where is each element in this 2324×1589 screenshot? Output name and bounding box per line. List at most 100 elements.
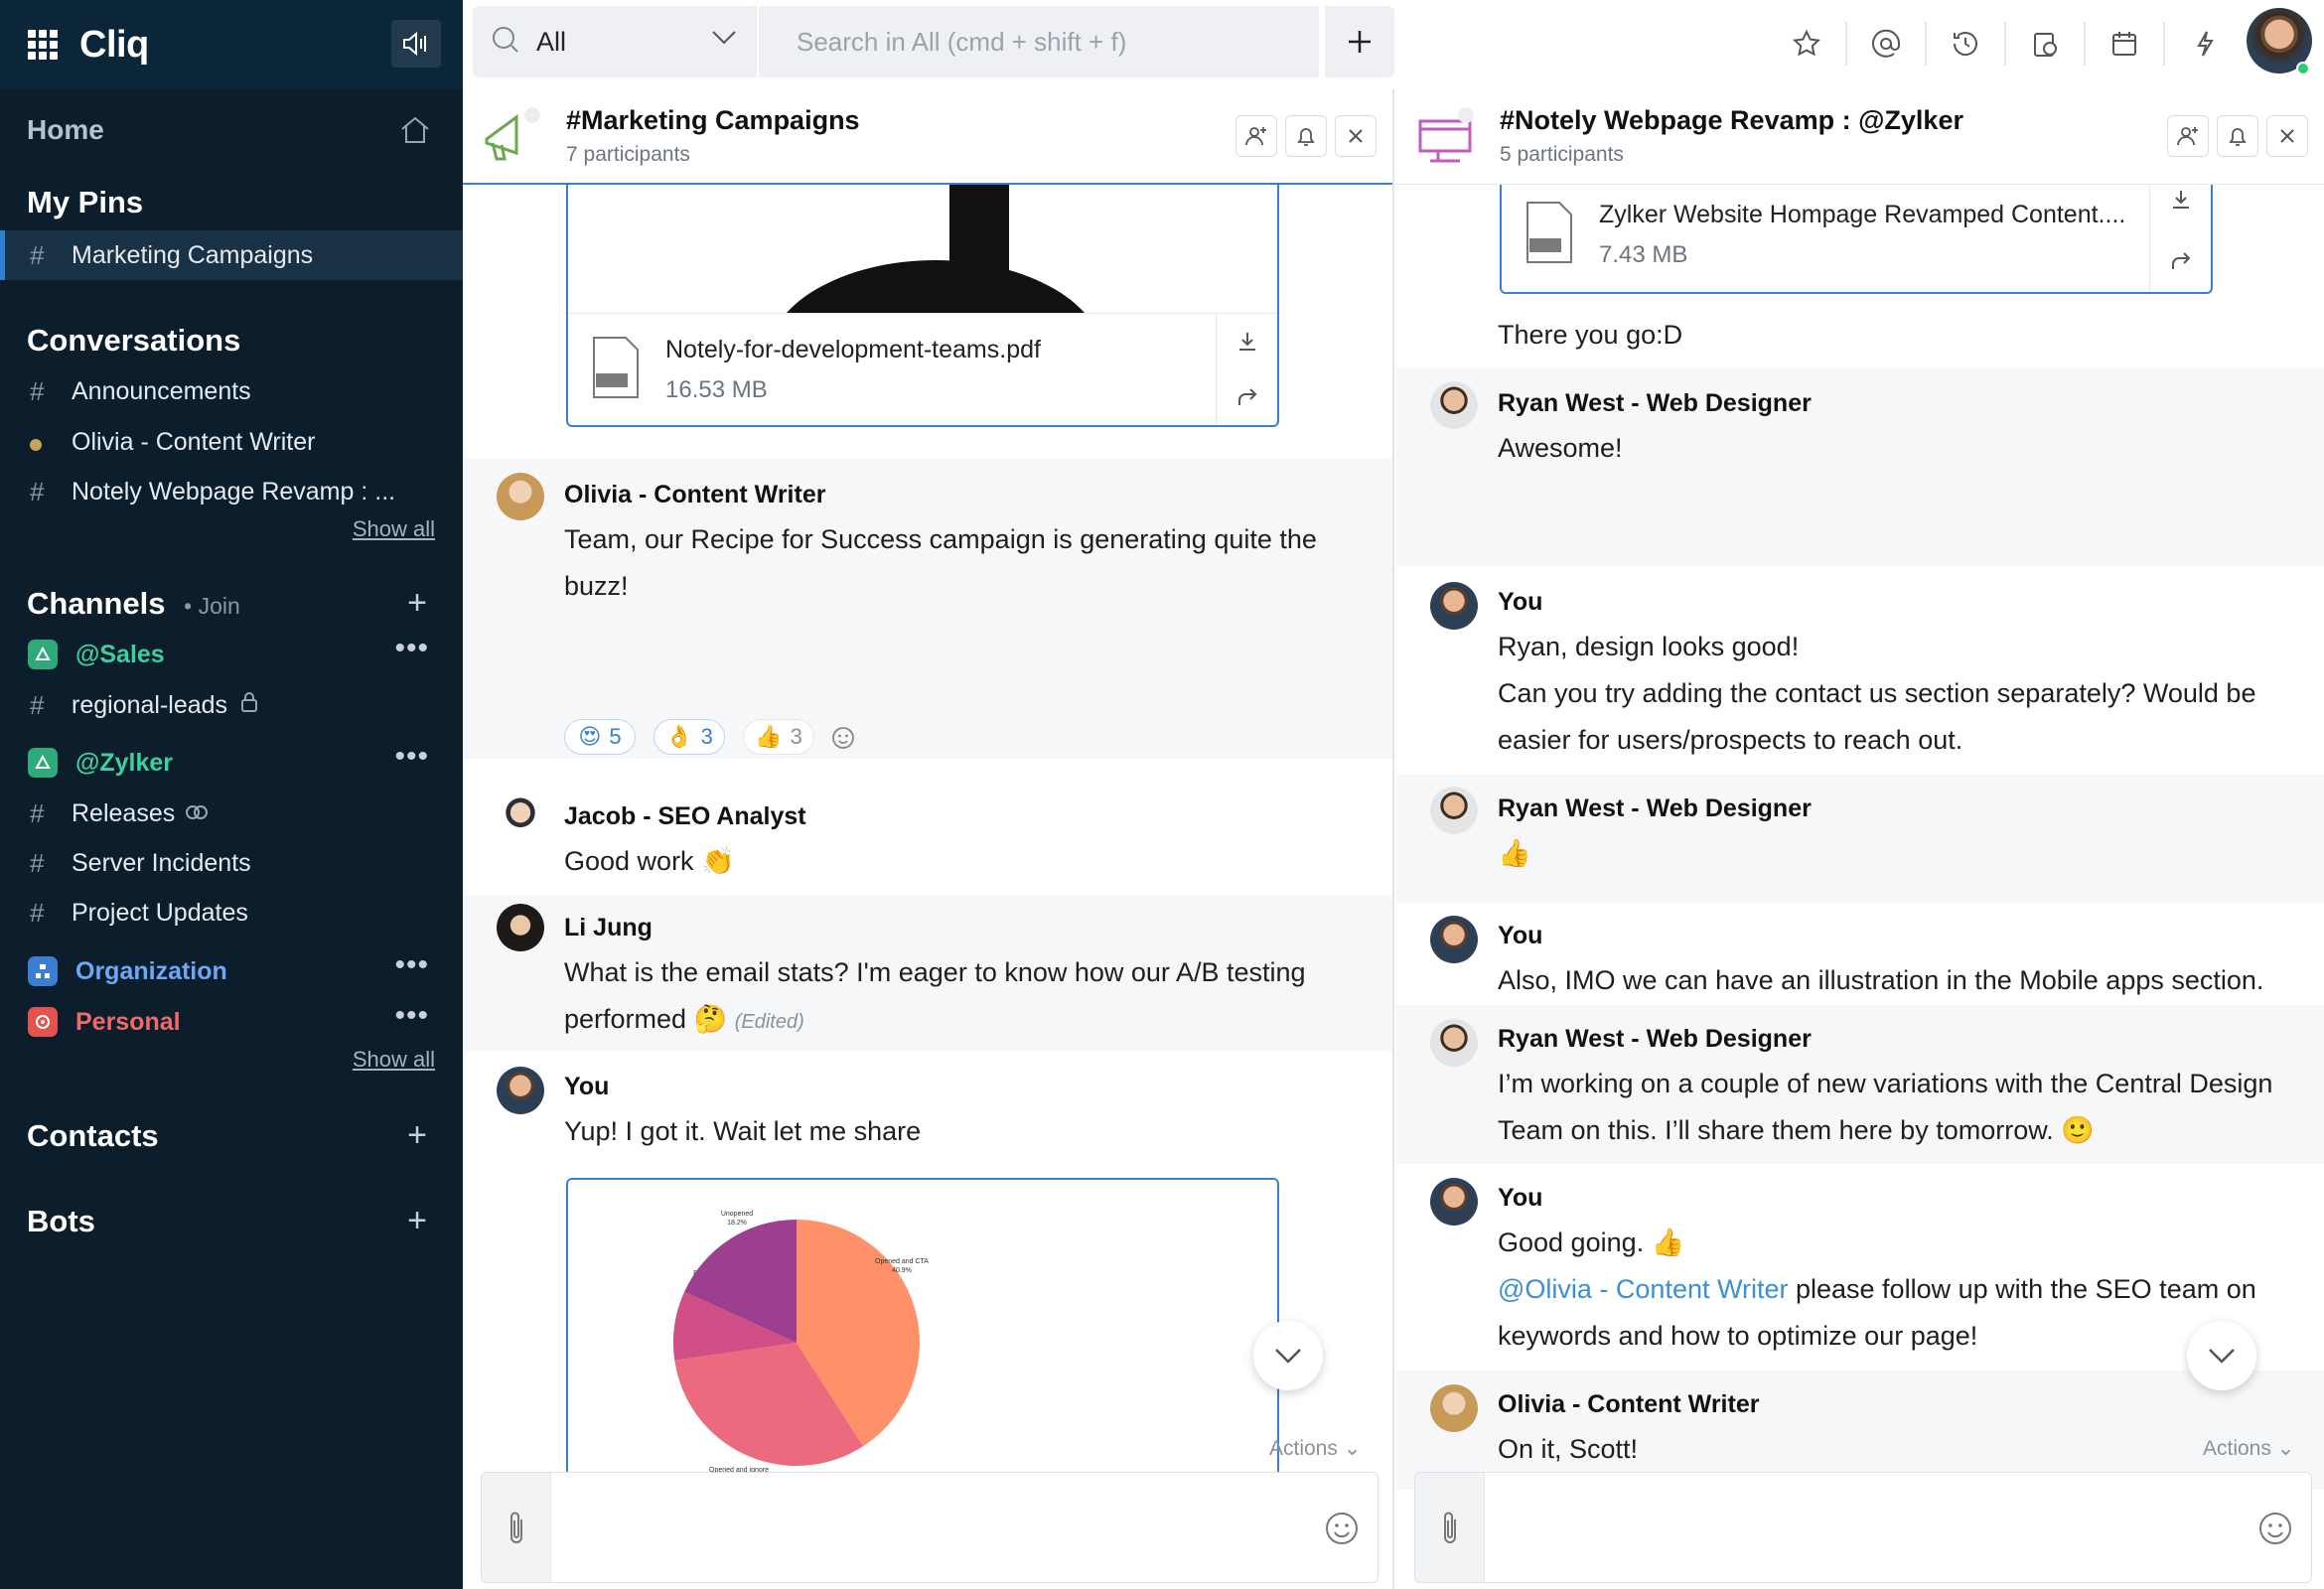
speaker-icon[interactable] — [391, 20, 441, 68]
message-text: Also, IMO we can have an illustration in… — [1498, 965, 2264, 995]
message-author[interactable]: Li Jung — [564, 914, 653, 942]
emoji-icon[interactable] — [2257, 1511, 2293, 1551]
message-author[interactable]: Ryan West - Web Designer — [1498, 794, 1812, 823]
actions-menu[interactable]: Actions ⌄ — [1269, 1436, 1361, 1461]
sidebar-item-releases[interactable]: # Releases — [0, 789, 463, 838]
message-text: There you go:D — [1498, 320, 1683, 350]
channels-heading: Channels • Join — [27, 586, 240, 621]
chat-header: #Marketing Campaigns 7 participants — [463, 89, 1392, 185]
emoji-icon[interactable] — [1324, 1511, 1360, 1551]
search-input[interactable]: Search in All (cmd + shift + f) — [759, 6, 1319, 77]
pie-label: Unopened — [721, 1211, 753, 1218]
home-icon[interactable] — [399, 115, 431, 152]
search-scope-value: All — [536, 26, 567, 57]
channels-show-all[interactable]: Show all — [353, 1047, 435, 1073]
add-reaction-icon[interactable] — [830, 723, 858, 756]
conversations-show-all[interactable]: Show all — [353, 516, 435, 542]
add-bot-icon[interactable]: + — [407, 1202, 427, 1240]
sidebar-item-notely-revamp[interactable]: # Notely Webpage Revamp : ... — [0, 467, 463, 516]
integrations-icon[interactable] — [2165, 22, 2245, 66]
reaction-thumbs-up[interactable]: 👍 3 — [743, 719, 814, 755]
reminder-icon[interactable] — [2006, 22, 2086, 66]
actions-menu[interactable]: Actions ⌄ — [2203, 1436, 2294, 1461]
avatar — [1430, 381, 1478, 429]
download-icon[interactable] — [1217, 314, 1277, 369]
sidebar-item-sales[interactable]: @Sales ••• — [0, 630, 463, 679]
file-attachment-card[interactable]: Zylker Website Hompage Revamped Content.… — [1500, 169, 2213, 294]
sidebar-item-zylker[interactable]: @Zylker ••• — [0, 738, 463, 788]
notification-bell-icon[interactable] — [1285, 115, 1327, 157]
sidebar-item-label: Marketing Campaigns — [72, 240, 314, 269]
chevron-down-icon — [711, 30, 737, 51]
message-text: Good going. 👍 @Olivia - Content Writer p… — [1498, 1228, 2256, 1351]
sidebar-header: Cliq — [0, 0, 463, 89]
app-grid-icon[interactable] — [28, 30, 58, 60]
history-icon[interactable] — [1927, 22, 2006, 66]
sidebar-item-regional-leads[interactable]: # regional-leads — [0, 680, 463, 730]
avatar — [1430, 582, 1478, 630]
chat-pane-marketing: #Marketing Campaigns 7 participants Note… — [463, 89, 1394, 1589]
share-forward-icon[interactable] — [2150, 230, 2211, 292]
file-attachment-card[interactable]: Notely-for-development-teams.pdf 16.53 M… — [566, 169, 1279, 427]
mention-icon[interactable] — [1847, 22, 1927, 66]
star-icon[interactable] — [1768, 22, 1847, 66]
sidebar-item-server-incidents[interactable]: # Server Incidents — [0, 838, 463, 888]
message-author[interactable]: Ryan West - Web Designer — [1498, 389, 1812, 418]
message-composer[interactable] — [1414, 1472, 2312, 1583]
more-icon[interactable]: ••• — [394, 740, 429, 774]
avatar — [497, 473, 544, 520]
more-icon[interactable]: ••• — [394, 948, 429, 982]
attachment-icon[interactable] — [1415, 1473, 1485, 1582]
search-scope-select[interactable]: All — [473, 6, 757, 77]
sidebar-item-personal[interactable]: Personal ••• — [0, 997, 463, 1047]
channels-join[interactable]: • Join — [184, 593, 240, 619]
scroll-down-button[interactable] — [2187, 1321, 2256, 1390]
pie-chart: Opened and CTA40.9%Opened and ignore31.8… — [673, 1211, 929, 1483]
message-author[interactable]: You — [1498, 922, 1542, 950]
message-author[interactable]: You — [1498, 588, 1542, 617]
sidebar-item-label: Olivia - Content Writer — [72, 427, 316, 456]
pie-label: Opened and CTA — [875, 1258, 929, 1265]
thumbs-up-emoji-icon: 👍 — [1498, 838, 1531, 868]
sidebar-item-announcements[interactable]: # Announcements — [0, 366, 463, 416]
message-author[interactable]: Ryan West - Web Designer — [1498, 1025, 1812, 1054]
more-icon[interactable]: ••• — [394, 632, 429, 665]
message-row: You Good going. 👍 @Olivia - Content Writ… — [1396, 1164, 2324, 1374]
add-member-icon[interactable] — [1235, 115, 1277, 157]
attachment-icon[interactable] — [482, 1473, 551, 1582]
notification-bell-icon[interactable] — [2217, 115, 2258, 157]
sidebar-home[interactable]: Home — [0, 105, 463, 155]
add-member-icon[interactable] — [2167, 115, 2209, 157]
sidebar-item-label: Releases — [72, 798, 176, 827]
close-icon[interactable] — [2266, 115, 2308, 157]
reaction-ok-hand[interactable]: 👌 3 — [654, 719, 725, 755]
message-text: On it, Scott! — [1498, 1434, 1639, 1464]
user-mention[interactable]: @Olivia - Content Writer — [1498, 1274, 1788, 1304]
sidebar-item-marketing-campaigns[interactable]: # Marketing Campaigns — [0, 230, 463, 280]
chat-participants[interactable]: 7 participants — [566, 143, 690, 167]
message-author[interactable]: Jacob - SEO Analyst — [564, 802, 806, 831]
chart-image-card[interactable]: Opened and CTA40.9%Opened and ignore31.8… — [566, 1178, 1279, 1516]
message-author[interactable]: Olivia - Content Writer — [1498, 1390, 1759, 1419]
calendar-icon[interactable] — [2086, 22, 2165, 66]
more-icon[interactable]: ••• — [394, 999, 429, 1033]
conversations-heading: Conversations — [27, 323, 241, 358]
sidebar-item-olivia[interactable]: Olivia - Content Writer — [0, 417, 463, 467]
add-contact-icon[interactable]: + — [407, 1116, 427, 1155]
scroll-down-button[interactable] — [1253, 1321, 1323, 1390]
add-channel-icon[interactable]: + — [407, 584, 427, 623]
sidebar-item-organization[interactable]: Organization ••• — [0, 946, 463, 996]
sidebar-item-project-updates[interactable]: # Project Updates — [0, 888, 463, 938]
close-icon[interactable] — [1335, 115, 1377, 157]
share-forward-icon[interactable] — [1217, 369, 1277, 425]
chat-participants[interactable]: 5 participants — [1500, 143, 1624, 167]
message-author[interactable]: Olivia - Content Writer — [564, 481, 825, 509]
message-text: Awesome! — [1498, 433, 1623, 463]
message-author[interactable]: You — [564, 1073, 609, 1101]
new-item-button[interactable] — [1325, 6, 1394, 77]
message-composer[interactable] — [481, 1472, 1379, 1583]
file-info: Notely-for-development-teams.pdf 16.53 M… — [568, 314, 1277, 425]
sidebar-item-label: Notely Webpage Revamp : ... — [72, 477, 396, 506]
message-author[interactable]: You — [1498, 1184, 1542, 1213]
reaction-heart-eyes[interactable]: 😍 5 — [564, 719, 636, 755]
